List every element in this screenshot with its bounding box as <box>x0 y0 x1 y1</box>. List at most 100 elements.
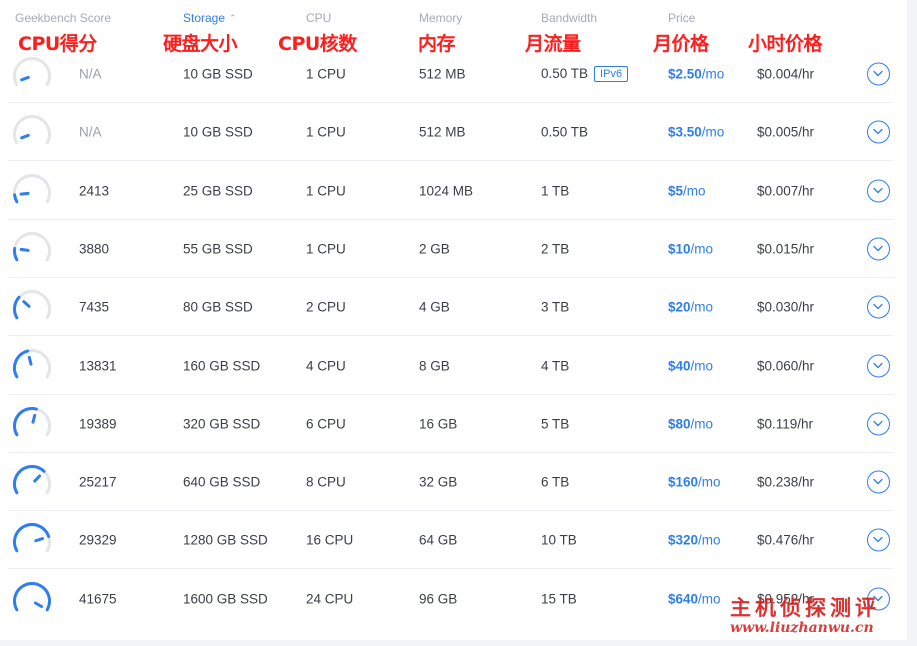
plan-row[interactable]: N/A 10 GB SSD 1 CPU 512 MB 0.50 TB $3.50/mo $0… <box>0 103 907 162</box>
monthly-price-amount: $20 <box>668 299 691 315</box>
cpu-value: 1 CPU <box>306 183 346 199</box>
gauge-needle <box>33 474 42 483</box>
gauge-fill <box>13 349 30 378</box>
bandwidth-value: 5 TB <box>541 416 570 432</box>
expand-chevron-icon[interactable] <box>867 470 890 494</box>
plan-row[interactable]: 3880 55 GB SSD 1 CPU 2 GB 2 TB $10/mo $0.015/h… <box>0 220 907 278</box>
monthly-price-unit: /mo <box>701 66 725 82</box>
watermark: 主机侦探测评 www.liuzhanwu.cn <box>730 592 910 642</box>
geekbench-gauge-icon <box>13 290 51 320</box>
geekbench-score: 41675 <box>79 591 117 607</box>
storage-value: 10 GB SSD <box>183 66 253 82</box>
gauge-needle <box>31 413 37 424</box>
monthly-price-unit: /mo <box>690 299 714 315</box>
ipv6-badge: IPv6 <box>594 66 629 82</box>
watermark-chinese: 主机侦探测评 <box>730 595 880 620</box>
bandwidth-value: 1 TB <box>541 183 570 199</box>
memory-value: 1024 MB <box>419 183 474 199</box>
header-storage[interactable]: Storage ⌃ <box>183 11 237 25</box>
monthly-price: $2.50/mo <box>668 67 724 82</box>
geekbench-gauge-icon <box>13 348 51 378</box>
cpu-value: 1 CPU <box>306 241 346 257</box>
memory-value: 96 GB <box>419 591 458 607</box>
cpu-value: 8 CPU <box>306 474 346 490</box>
monthly-price-unit: /mo <box>698 532 721 548</box>
expand-chevron-icon[interactable] <box>867 62 890 86</box>
gauge-needle <box>33 601 44 608</box>
bandwidth-value: 0.50 TB <box>541 124 589 140</box>
plan-row[interactable]: 19389 320 GB SSD 6 CPU 16 GB 5 TB $80/mo $0.11… <box>0 395 907 453</box>
gauge-needle <box>22 300 31 309</box>
monthly-price: $10/mo <box>668 241 713 256</box>
expand-chevron-icon[interactable] <box>867 412 890 436</box>
geekbench-score: 25217 <box>79 474 117 490</box>
memory-value: 4 GB <box>419 299 450 315</box>
geekbench-gauge-icon <box>13 465 51 495</box>
gauge-fill <box>13 465 46 495</box>
bandwidth-value: 15 TB <box>541 591 577 607</box>
gauge-needle <box>19 247 30 252</box>
bandwidth-cell: 15 TB <box>541 591 577 606</box>
monthly-price-amount: $40 <box>668 358 691 373</box>
header-storage-label: Storage <box>183 11 226 25</box>
geekbench-gauge-icon <box>13 406 51 437</box>
gauge-fill <box>13 295 21 320</box>
cpu-value: 24 CPU <box>306 591 354 607</box>
monthly-price-unit: /mo <box>701 124 725 140</box>
header-cpu[interactable]: CPU <box>306 11 331 25</box>
monthly-price-unit: /mo <box>698 591 721 607</box>
plan-row[interactable]: 2413 25 GB SSD 1 CPU 1024 MB 1 TB $5/mo $0.007… <box>0 162 907 220</box>
gauge-needle <box>27 355 33 366</box>
monthly-price: $5/mo <box>668 183 706 198</box>
bandwidth-cell: 1 TB <box>541 183 569 198</box>
gauge-fill <box>13 192 19 203</box>
plan-row[interactable]: 29329 1280 GB SSD 16 CPU 64 GB 10 TB $320/mo $… <box>0 511 907 570</box>
memory-value: 2 GB <box>419 241 450 257</box>
expand-chevron-icon[interactable] <box>867 237 890 261</box>
bandwidth-cell: 0.50 TB IPv6 <box>541 66 629 82</box>
monthly-price-amount: $160 <box>668 474 699 490</box>
plan-row[interactable]: 25217 640 GB SSD 8 CPU 32 GB 6 TB $160/mo $0.2… <box>0 453 907 512</box>
gauge-needle <box>19 191 30 196</box>
hourly-price: $0.015/hr <box>757 241 815 257</box>
monthly-price-unit: /mo <box>683 183 706 199</box>
storage-value: 55 GB SSD <box>183 241 253 257</box>
hourly-price: $0.476/hr <box>757 532 815 548</box>
plan-row[interactable]: 7435 80 GB SSD 2 CPU 4 GB 3 TB $20/mo $0.030/h… <box>0 278 907 337</box>
expand-chevron-icon[interactable] <box>867 354 890 377</box>
monthly-price-amount: $3.50 <box>668 124 702 140</box>
cpu-value: 2 CPU <box>306 299 346 315</box>
header-memory[interactable]: Memory <box>419 11 462 25</box>
hourly-price: $0.030/hr <box>757 299 815 315</box>
header-price[interactable]: Price <box>668 11 695 25</box>
cpu-value: 1 CPU <box>306 124 346 140</box>
cpu-value: 16 CPU <box>306 532 354 548</box>
monthly-price: $160/mo <box>668 475 721 490</box>
monthly-price-unit: /mo <box>698 474 721 490</box>
header-bandwidth[interactable]: Bandwidth <box>541 11 597 25</box>
storage-value: 320 GB SSD <box>183 416 261 432</box>
hourly-price: $0.238/hr <box>757 474 815 490</box>
monthly-price: $40/mo <box>668 358 713 373</box>
hourly-price: $0.060/hr <box>757 358 815 373</box>
storage-value: 1280 GB SSD <box>183 532 268 548</box>
gauge-fill <box>13 581 51 611</box>
memory-value: 512 MB <box>419 124 466 140</box>
expand-chevron-icon[interactable] <box>867 120 890 144</box>
header-geekbench-score[interactable]: Geekbench Score <box>15 11 111 25</box>
gauge-needle <box>20 75 30 82</box>
storage-value: 640 GB SSD <box>183 474 261 490</box>
monthly-price-amount: $640 <box>668 591 699 607</box>
geekbench-score: N/A <box>79 124 102 140</box>
monthly-price-amount: $80 <box>668 416 691 432</box>
monthly-price: $80/mo <box>668 416 713 431</box>
expand-chevron-icon[interactable] <box>867 528 890 552</box>
bandwidth-value: 0.50 TB <box>541 66 589 81</box>
monthly-price: $640/mo <box>668 591 721 606</box>
expand-chevron-icon[interactable] <box>867 295 890 319</box>
plan-row[interactable]: N/A 10 GB SSD 1 CPU 512 MB 0.50 TB IPv6 $2.50/… <box>0 45 907 103</box>
sort-icon[interactable]: ⌃ <box>229 13 237 23</box>
plan-row[interactable]: 13831 160 GB SSD 4 CPU 8 GB 4 TB $40/mo $0.060… <box>0 337 907 395</box>
expand-chevron-icon[interactable] <box>867 179 890 203</box>
monthly-price-unit: /mo <box>690 358 714 373</box>
